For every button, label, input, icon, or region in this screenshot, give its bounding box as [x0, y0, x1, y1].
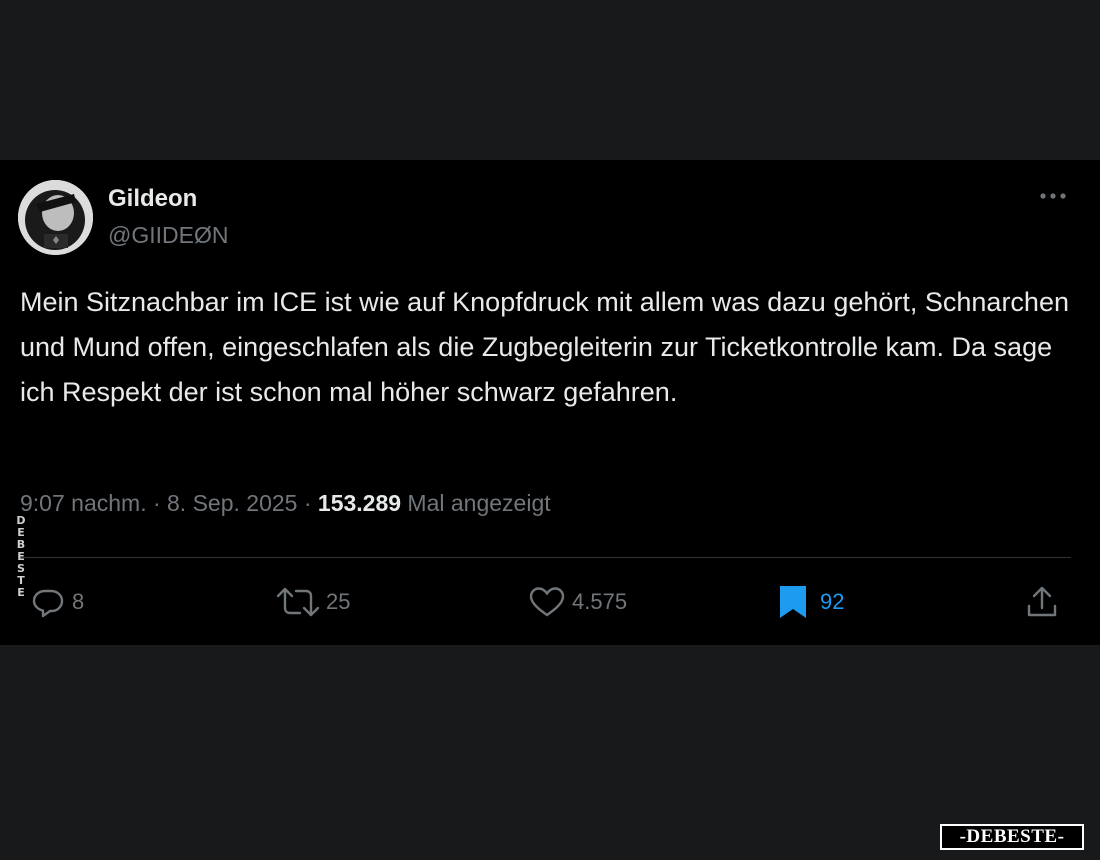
avatar[interactable]: [18, 180, 93, 255]
view-label: Mal angezeigt: [401, 490, 551, 516]
tweet-meta: 9:07 nachm. · 8. Sep. 2025 · 153.289 Mal…: [20, 490, 551, 517]
like-count: 4.575: [572, 589, 628, 614]
reply-icon: [30, 584, 72, 620]
share-button[interactable]: [1024, 584, 1066, 620]
side-watermark-letter: E: [17, 586, 25, 599]
bookmark-count: 92: [820, 589, 845, 614]
tweet-text: Mein Sitznachbar im ICE ist wie auf Knop…: [20, 287, 1069, 407]
retweet-count: 25: [326, 589, 351, 614]
more-icon[interactable]: [1036, 184, 1070, 208]
tweet-card: Gildeon @GIIDEØN Mein Sitznachbar im ICE…: [0, 160, 1100, 645]
view-count: 153.289: [317, 490, 402, 516]
timestamp[interactable]: 9:07 nachm. · 8. Sep. 2025 ·: [20, 490, 318, 516]
watermark-logo: -DEBESTE-: [940, 824, 1084, 850]
side-watermark: DEBESTE: [14, 515, 28, 599]
author-handle[interactable]: @GIIDEØN: [108, 222, 228, 249]
bookmark-button[interactable]: 92: [776, 584, 844, 620]
bookmark-icon: [776, 584, 820, 620]
like-icon: [528, 584, 572, 620]
retweet-button[interactable]: 25: [276, 584, 350, 620]
retweet-icon: [276, 584, 326, 620]
share-icon: [1024, 584, 1066, 620]
author-name[interactable]: Gildeon: [108, 185, 197, 213]
reply-button[interactable]: 8: [30, 584, 84, 620]
like-button[interactable]: 4.575: [528, 584, 627, 620]
reply-count: 8: [72, 589, 85, 614]
divider: [20, 557, 1071, 558]
